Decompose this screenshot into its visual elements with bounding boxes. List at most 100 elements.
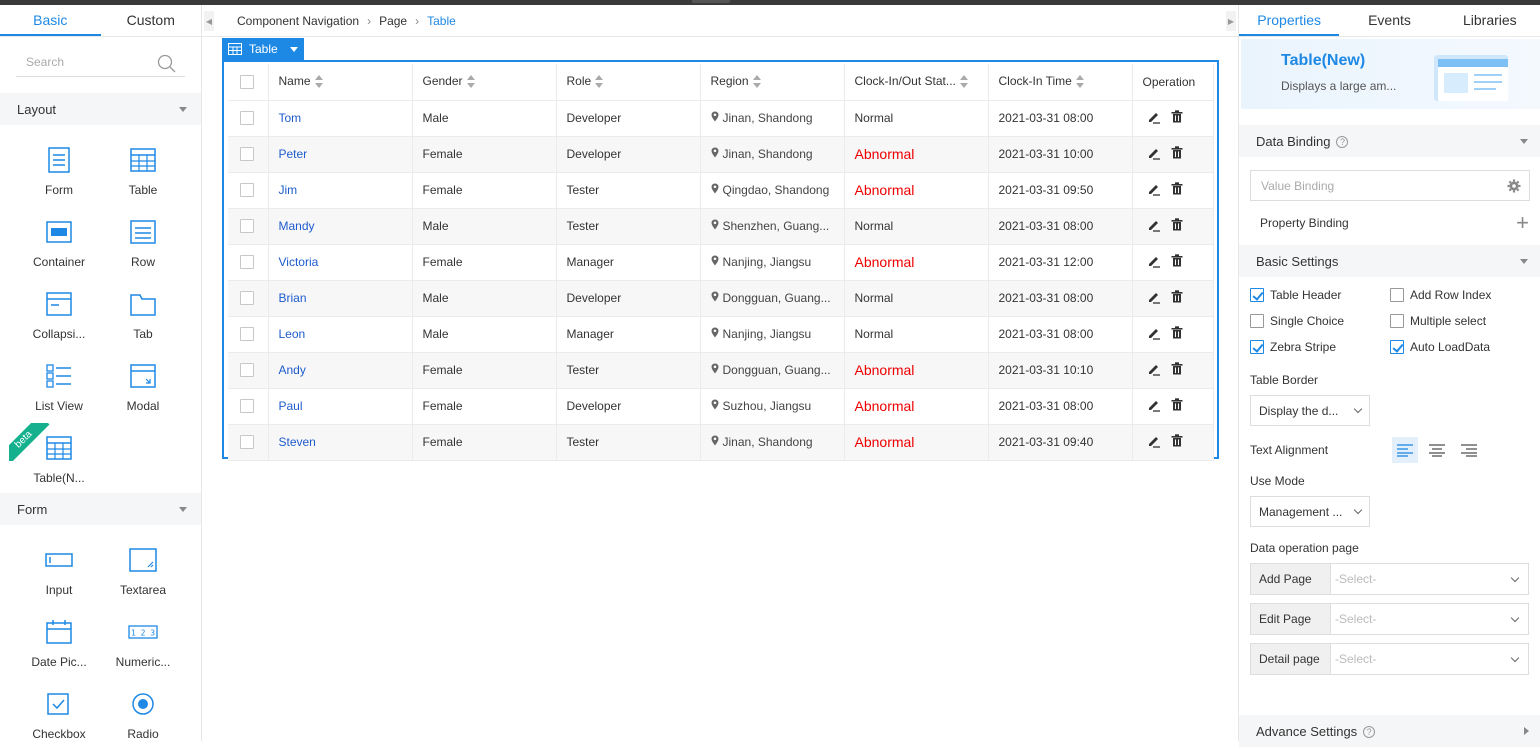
collapse-left-panel-button[interactable]: ◀ xyxy=(204,11,214,31)
sort-icon[interactable] xyxy=(595,75,604,89)
column-header-gender[interactable]: Gender xyxy=(412,64,557,101)
component-modal[interactable]: Modal xyxy=(101,349,185,421)
section-form[interactable]: Form xyxy=(0,493,201,525)
edit-icon[interactable] xyxy=(1147,182,1161,199)
cell-name[interactable]: Victoria xyxy=(268,244,413,281)
table-row[interactable]: Peter Female Developer Jinan, Shandong Abnor… xyxy=(228,136,1214,173)
search-icon[interactable] xyxy=(157,54,177,77)
setting-checkbox[interactable]: Multiple select xyxy=(1390,313,1530,329)
gear-icon[interactable] xyxy=(1507,179,1521,193)
checkbox-box[interactable] xyxy=(1390,314,1404,328)
component-table[interactable]: Table xyxy=(101,133,185,205)
section-basic-settings[interactable]: Basic Settings xyxy=(1239,245,1540,277)
row-checkbox[interactable] xyxy=(240,111,254,126)
checkbox-box[interactable] xyxy=(1390,340,1404,354)
header-select-all[interactable] xyxy=(228,64,269,101)
top-handle[interactable] xyxy=(692,0,730,3)
tab-events[interactable]: Events xyxy=(1339,5,1439,36)
section-data-binding[interactable]: Data Binding? xyxy=(1239,125,1540,157)
align-left-icon[interactable] xyxy=(1392,437,1418,463)
cell-name[interactable]: Peter xyxy=(268,136,413,173)
table-row[interactable]: Jim Female Tester Qingdao, Shandong Abnormal… xyxy=(228,172,1214,209)
checkbox-box[interactable] xyxy=(1250,314,1264,328)
collapse-right-panel-button[interactable]: ▶ xyxy=(1226,11,1236,31)
edit-icon[interactable] xyxy=(1147,398,1161,415)
column-header-role[interactable]: Role xyxy=(556,64,701,101)
tab-basic[interactable]: Basic xyxy=(0,5,101,36)
sort-icon[interactable] xyxy=(752,75,761,89)
row-checkbox[interactable] xyxy=(240,219,254,234)
sort-icon[interactable] xyxy=(314,75,323,89)
edit-icon[interactable] xyxy=(1147,326,1161,343)
selected-component-tag[interactable]: Table xyxy=(222,38,304,60)
row-checkbox[interactable] xyxy=(240,363,254,378)
delete-icon[interactable] xyxy=(1171,398,1183,414)
column-header-region[interactable]: Region xyxy=(700,64,845,101)
cell-name[interactable]: Steven xyxy=(268,424,413,461)
column-header-name[interactable]: Name xyxy=(268,64,413,101)
table-row[interactable]: Paul Female Developer Suzhou, Jiangsu Abnorm… xyxy=(228,388,1214,425)
setting-checkbox[interactable]: Single Choice xyxy=(1250,313,1390,329)
help-icon[interactable]: ? xyxy=(1336,136,1349,149)
help-icon[interactable]: ? xyxy=(1363,726,1376,739)
edit-icon[interactable] xyxy=(1147,362,1161,379)
component-container[interactable]: Container xyxy=(17,205,101,277)
edit-icon[interactable] xyxy=(1147,434,1161,451)
use-mode-select[interactable]: Management ... xyxy=(1250,496,1370,527)
edit-icon[interactable] xyxy=(1147,146,1161,163)
delete-icon[interactable] xyxy=(1171,290,1183,306)
align-right-icon[interactable] xyxy=(1456,437,1482,463)
cell-name[interactable]: Mandy xyxy=(268,208,413,245)
table-row[interactable]: Andy Female Tester Dongguan, Guang... Abnorm… xyxy=(228,352,1214,389)
component-date-picker[interactable]: Date Pic... xyxy=(17,605,101,677)
delete-icon[interactable] xyxy=(1171,362,1183,378)
cell-name[interactable]: Jim xyxy=(268,172,413,209)
column-header-status[interactable]: Clock-In/Out Stat... xyxy=(844,64,989,101)
breadcrumb-item[interactable]: Component Navigation xyxy=(237,14,359,28)
component-radio[interactable]: Radio xyxy=(101,677,185,749)
component-textarea[interactable]: Textarea xyxy=(101,533,185,605)
row-checkbox[interactable] xyxy=(240,255,254,270)
delete-icon[interactable] xyxy=(1171,434,1183,450)
cell-name[interactable]: Leon xyxy=(268,316,413,353)
component-form[interactable]: Form xyxy=(17,133,101,205)
add-page-select[interactable]: Add Page -Select- xyxy=(1250,563,1529,595)
edit-icon[interactable] xyxy=(1147,254,1161,271)
delete-icon[interactable] xyxy=(1171,326,1183,342)
table-row[interactable]: Mandy Male Tester Shenzhen, Guang... Normal 2… xyxy=(228,208,1214,245)
table-row[interactable]: Tom Male Developer Jinan, Shandong Normal 202… xyxy=(228,100,1214,137)
cell-name[interactable]: Brian xyxy=(268,280,413,317)
component-checkbox[interactable]: Checkbox xyxy=(17,677,101,749)
delete-icon[interactable] xyxy=(1171,218,1183,234)
row-checkbox[interactable] xyxy=(240,291,254,306)
edit-page-select[interactable]: Edit Page -Select- xyxy=(1250,603,1529,635)
sort-icon[interactable] xyxy=(959,75,968,89)
edit-icon[interactable] xyxy=(1147,218,1161,235)
setting-checkbox[interactable]: Add Row Index xyxy=(1390,287,1530,303)
value-binding-field[interactable]: Value Binding xyxy=(1250,170,1530,201)
row-checkbox[interactable] xyxy=(240,327,254,342)
cell-name[interactable]: Paul xyxy=(268,388,413,425)
table-border-select[interactable]: Display the d... xyxy=(1250,395,1370,426)
component-numeric[interactable]: 1 2 3 Numeric... xyxy=(101,605,185,677)
delete-icon[interactable] xyxy=(1171,146,1183,162)
cell-name[interactable]: Andy xyxy=(268,352,413,389)
checkbox-box[interactable] xyxy=(1250,288,1264,302)
breadcrumb-item[interactable]: Page xyxy=(379,14,407,28)
section-advance-settings[interactable]: Advance Settings? xyxy=(1239,715,1540,747)
column-header-clock-in-time[interactable]: Clock-In Time xyxy=(988,64,1133,101)
table-component-frame[interactable]: Name Gender Role Region Clock-In/Out Sta… xyxy=(222,60,1219,461)
delete-icon[interactable] xyxy=(1171,182,1183,198)
table-row[interactable]: Brian Male Developer Dongguan, Guang... Norm… xyxy=(228,280,1214,317)
setting-checkbox[interactable]: Zebra Stripe xyxy=(1250,339,1390,355)
cell-name[interactable]: Tom xyxy=(268,100,413,137)
select-all-checkbox[interactable] xyxy=(240,75,254,90)
component-row[interactable]: Row xyxy=(101,205,185,277)
component-list-view[interactable]: List View xyxy=(17,349,101,421)
row-checkbox[interactable] xyxy=(240,399,254,414)
delete-icon[interactable] xyxy=(1171,254,1183,270)
table-row[interactable]: Leon Male Manager Nanjing, Jiangsu Normal 202… xyxy=(228,316,1214,353)
sort-icon[interactable] xyxy=(466,75,475,89)
tab-libraries[interactable]: Libraries xyxy=(1440,5,1540,36)
component-input[interactable]: Input xyxy=(17,533,101,605)
